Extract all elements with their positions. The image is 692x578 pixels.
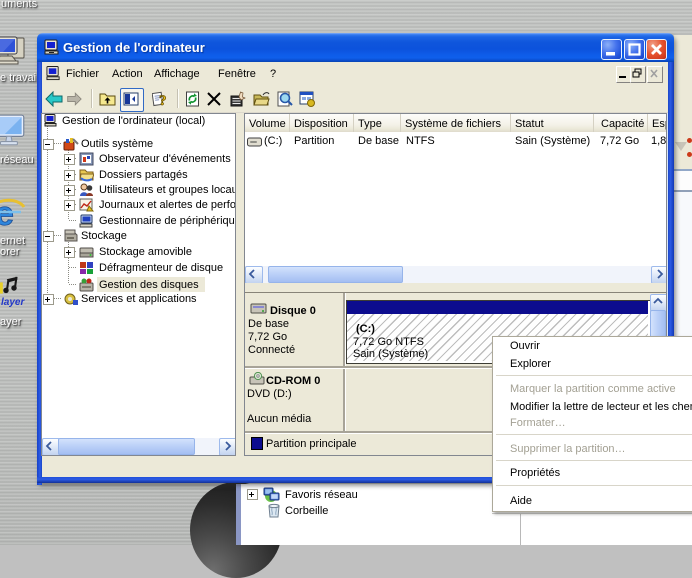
svg-text:?: ? — [159, 93, 167, 107]
